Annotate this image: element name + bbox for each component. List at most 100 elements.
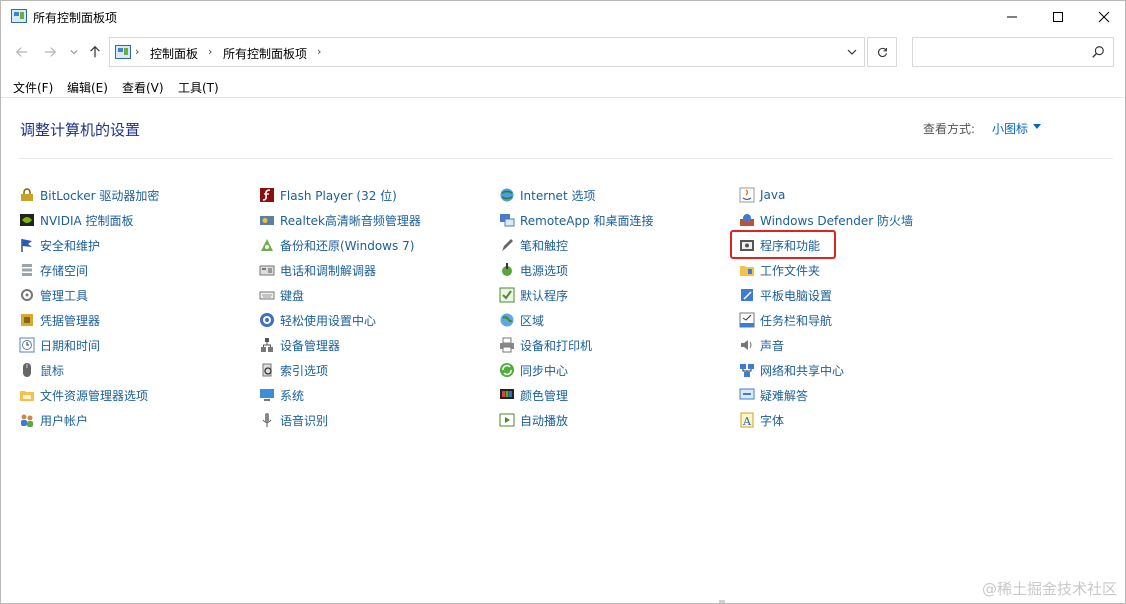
control-panel-item-label: 自动播放 — [520, 413, 569, 428]
device-manager-icon — [259, 337, 275, 353]
control-panel-item-label: 用户帐户 — [40, 413, 89, 428]
modem-icon — [259, 262, 275, 278]
control-panel-item[interactable]: 工作文件夹 — [739, 261, 820, 279]
menu-edit[interactable]: 编辑(E) — [67, 79, 108, 96]
control-panel-item[interactable]: 备份和还原(Windows 7) — [259, 236, 414, 254]
breadcrumb-control-panel[interactable]: 控制面板 — [150, 45, 198, 62]
control-panel-item-label: Flash Player (32 位) — [280, 188, 397, 203]
control-panel-item[interactable]: 鼠标 — [19, 361, 64, 379]
menu-view[interactable]: 查看(V) — [122, 79, 164, 96]
control-panel-item[interactable]: 颜色管理 — [499, 386, 568, 404]
arrow-up-icon — [90, 45, 100, 58]
control-panel-item[interactable]: RemoteApp 和桌面连接 — [499, 211, 654, 229]
control-panel-item[interactable]: Windows Defender 防火墙 — [739, 211, 913, 229]
refresh-button[interactable] — [867, 37, 897, 67]
view-by-dropdown[interactable]: 小图标 — [992, 120, 1028, 137]
control-panel-item[interactable]: 平板电脑设置 — [739, 286, 832, 304]
control-panel-item[interactable]: 电源选项 — [499, 261, 568, 279]
sync-icon — [499, 362, 515, 378]
arrow-right-icon — [44, 47, 57, 57]
control-panel-item[interactable]: 默认程序 — [499, 286, 568, 304]
pen-icon — [499, 237, 515, 253]
power-icon — [499, 262, 515, 278]
control-panel-item[interactable]: A 字体 — [739, 411, 784, 429]
control-panel-item-label: Windows Defender 防火墙 — [760, 213, 913, 228]
default-programs-icon — [499, 287, 515, 303]
control-panel-item[interactable]: NVIDIA 控制面板 — [19, 211, 134, 229]
control-panel-item[interactable]: Flash Player (32 位) — [259, 186, 397, 204]
control-panel-item[interactable]: 文件资源管理器选项 — [19, 386, 148, 404]
keyboard-icon — [259, 287, 275, 303]
microphone-icon — [259, 412, 275, 428]
maximize-button[interactable] — [1035, 1, 1081, 32]
control-panel-item[interactable]: 安全和维护 — [19, 236, 100, 254]
close-button[interactable] — [1081, 1, 1125, 32]
credential-icon — [19, 312, 35, 328]
control-panel-item-label: 轻松使用设置中心 — [280, 313, 377, 328]
taskbar-icon — [739, 312, 755, 328]
close-icon — [1098, 11, 1110, 22]
control-panel-item[interactable]: 索引选项 — [259, 361, 328, 379]
nvidia-icon — [19, 212, 35, 228]
control-panel-item-label: 疑难解答 — [760, 388, 809, 403]
menu-file[interactable]: 文件(F) — [13, 79, 53, 96]
back-button[interactable] — [13, 43, 31, 61]
control-panel-item-label: 声音 — [760, 338, 785, 353]
control-panel-item[interactable]: 管理工具 — [19, 286, 88, 304]
search-icon — [1092, 46, 1104, 58]
control-panel-item[interactable]: 凭据管理器 — [19, 311, 100, 329]
address-bar[interactable]: › 控制面板 › 所有控制面板项 › — [109, 37, 865, 67]
control-panel-item[interactable]: 同步中心 — [499, 361, 568, 379]
page-title: 调整计算机的设置 — [20, 121, 141, 139]
control-panel-item[interactable]: 笔和触控 — [499, 236, 568, 254]
autoplay-icon — [499, 412, 515, 428]
control-panel-item-label: 键盘 — [280, 288, 305, 303]
control-panel-item-label: 备份和还原(Windows 7) — [280, 238, 415, 253]
forward-button[interactable] — [41, 43, 59, 61]
up-button[interactable] — [86, 43, 104, 61]
control-panel-item[interactable]: 网络和共享中心 — [739, 361, 844, 379]
control-panel-item-label: 安全和维护 — [40, 238, 101, 253]
control-panel-item[interactable]: 设备管理器 — [259, 336, 340, 354]
control-panel-item[interactable]: 任务栏和导航 — [739, 311, 832, 329]
control-panel-item[interactable]: 键盘 — [259, 286, 304, 304]
control-panel-item[interactable]: 电话和调制解调器 — [259, 261, 376, 279]
header-divider — [19, 158, 1113, 159]
control-panel-item-label: 系统 — [280, 388, 305, 403]
control-panel-item[interactable]: 语音识别 — [259, 411, 328, 429]
control-panel-item[interactable]: BitLocker 驱动器加密 — [19, 186, 159, 204]
control-panel-item[interactable]: 自动播放 — [499, 411, 568, 429]
control-panel-item[interactable]: 区域 — [499, 311, 544, 329]
breadcrumb-separator-icon[interactable]: › — [317, 45, 321, 58]
recent-locations-button[interactable] — [65, 43, 83, 61]
control-panel-item[interactable]: 疑难解答 — [739, 386, 808, 404]
control-panel-item[interactable]: Realtek高清晰音频管理器 — [259, 211, 421, 229]
system-icon — [259, 387, 275, 403]
minimize-button[interactable] — [989, 1, 1035, 32]
printer-icon — [499, 337, 515, 353]
firewall-icon — [739, 212, 755, 228]
minimize-icon — [1007, 16, 1017, 17]
scrollbar-thumb[interactable] — [719, 600, 725, 603]
breadcrumb-separator-icon: › — [208, 45, 213, 58]
caret-down-icon[interactable] — [1033, 124, 1041, 129]
control-panel-item[interactable]: Internet 选项 — [499, 186, 595, 204]
control-panel-item[interactable]: 系统 — [259, 386, 304, 404]
control-panel-item-label: 语音识别 — [280, 413, 329, 428]
control-panel-item[interactable]: 设备和打印机 — [499, 336, 592, 354]
menu-bar: 文件(F) 编辑(E) 查看(V) 工具(T) — [1, 76, 1125, 98]
control-panel-item[interactable]: 声音 — [739, 336, 784, 354]
control-panel-item[interactable]: 用户帐户 — [19, 411, 88, 429]
search-input[interactable] — [912, 37, 1114, 67]
chevron-down-icon[interactable] — [846, 46, 858, 58]
troubleshoot-icon — [739, 387, 755, 403]
breadcrumb-all-items[interactable]: 所有控制面板项 — [223, 45, 307, 62]
control-panel-item[interactable]: 轻松使用设置中心 — [259, 311, 376, 329]
control-panel-item[interactable]: 日期和时间 — [19, 336, 100, 354]
control-panel-item-label: 任务栏和导航 — [760, 313, 833, 328]
control-panel-item[interactable]: Java — [739, 186, 785, 204]
folder-options-icon — [19, 387, 35, 403]
control-panel-item[interactable]: 存储空间 — [19, 261, 88, 279]
refresh-icon — [877, 47, 887, 57]
menu-tools[interactable]: 工具(T) — [178, 79, 219, 96]
